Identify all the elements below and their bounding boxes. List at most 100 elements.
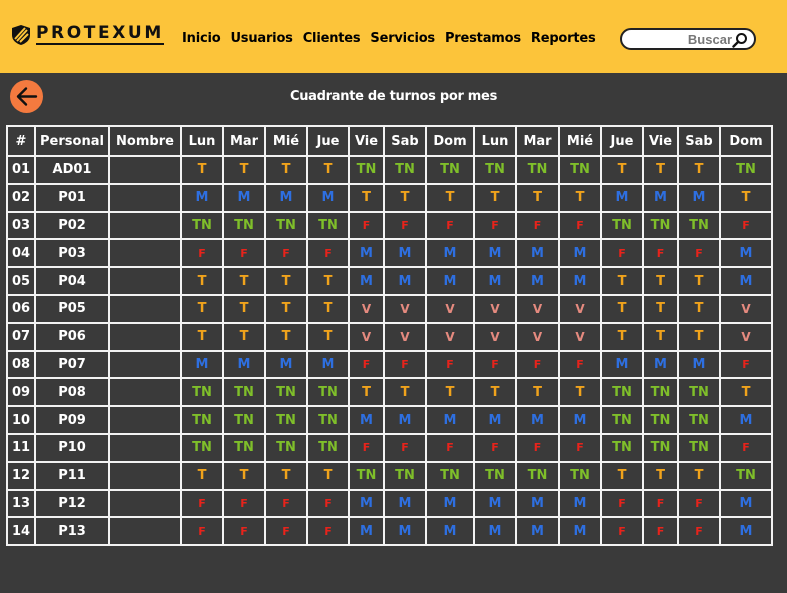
shift-cell[interactable]: F xyxy=(306,488,350,519)
shift-cell[interactable]: T xyxy=(600,293,644,324)
personal-code[interactable]: P08 xyxy=(34,377,110,408)
shift-cell[interactable]: M xyxy=(558,405,602,435)
shift-cell[interactable]: F xyxy=(719,210,773,241)
shift-cell[interactable]: T xyxy=(180,155,224,185)
shift-cell[interactable]: T xyxy=(383,182,427,213)
shift-cell[interactable]: T xyxy=(642,460,679,491)
nombre-cell[interactable] xyxy=(108,321,182,352)
shift-cell[interactable]: T xyxy=(677,460,721,491)
shift-cell[interactable]: V xyxy=(348,321,385,352)
shift-cell[interactable]: F xyxy=(515,349,560,380)
nombre-cell[interactable] xyxy=(108,460,182,491)
shift-cell[interactable]: T xyxy=(222,321,266,352)
shift-cell[interactable]: M xyxy=(180,349,224,380)
shift-cell[interactable]: F xyxy=(558,349,602,380)
shift-cell[interactable]: TN xyxy=(222,377,266,408)
shift-cell[interactable]: TN xyxy=(306,210,350,241)
shift-cell[interactable]: TN xyxy=(180,432,224,463)
personal-code[interactable]: P06 xyxy=(34,321,110,352)
shift-cell[interactable]: TN xyxy=(222,432,266,463)
search-icon[interactable] xyxy=(732,32,748,53)
shift-cell[interactable]: M xyxy=(719,238,773,269)
nav-clientes[interactable]: Clientes xyxy=(303,31,361,46)
shift-cell[interactable]: M xyxy=(348,405,385,435)
shift-cell[interactable]: T xyxy=(264,266,308,296)
shift-cell[interactable]: M xyxy=(348,238,385,269)
shift-cell[interactable]: TN xyxy=(473,155,517,185)
shift-cell[interactable]: F xyxy=(677,516,721,547)
nombre-cell[interactable] xyxy=(108,516,182,547)
shift-cell[interactable]: F xyxy=(558,210,602,241)
shift-cell[interactable]: TN xyxy=(677,377,721,408)
shift-cell[interactable]: T xyxy=(677,293,721,324)
shift-cell[interactable]: V xyxy=(473,293,517,324)
shift-cell[interactable]: T xyxy=(180,460,224,491)
shift-cell[interactable]: M xyxy=(558,488,602,519)
shift-cell[interactable]: M xyxy=(383,405,427,435)
shift-cell[interactable]: T xyxy=(600,155,644,185)
shift-cell[interactable]: M xyxy=(473,488,517,519)
shift-cell[interactable]: T xyxy=(306,321,350,352)
shift-cell[interactable]: T xyxy=(383,377,427,408)
shift-cell[interactable]: F xyxy=(677,488,721,519)
shift-cell[interactable]: F xyxy=(383,210,427,241)
shift-cell[interactable]: TN xyxy=(558,460,602,491)
shift-cell[interactable]: M xyxy=(719,405,773,435)
shift-cell[interactable]: TN xyxy=(348,155,385,185)
shift-cell[interactable]: F xyxy=(180,238,224,269)
shift-cell[interactable]: M xyxy=(600,349,644,380)
shift-cell[interactable]: T xyxy=(425,377,475,408)
shift-cell[interactable]: T xyxy=(264,321,308,352)
shift-cell[interactable]: M xyxy=(515,266,560,296)
nav-reportes[interactable]: Reportes xyxy=(531,31,596,46)
shift-cell[interactable]: TN xyxy=(515,155,560,185)
shift-cell[interactable]: F xyxy=(306,238,350,269)
shift-cell[interactable]: F xyxy=(473,349,517,380)
shift-cell[interactable]: TN xyxy=(719,460,773,491)
shift-cell[interactable]: V xyxy=(383,321,427,352)
shift-cell[interactable]: M xyxy=(642,349,679,380)
shift-cell[interactable]: M xyxy=(222,182,266,213)
nombre-cell[interactable] xyxy=(108,266,182,296)
shift-cell[interactable]: TN xyxy=(600,210,644,241)
shift-cell[interactable]: TN xyxy=(264,432,308,463)
shift-cell[interactable]: F xyxy=(719,432,773,463)
shift-cell[interactable]: F xyxy=(348,349,385,380)
shift-cell[interactable]: TN xyxy=(642,210,679,241)
shift-cell[interactable]: T xyxy=(306,266,350,296)
personal-code[interactable]: P04 xyxy=(34,266,110,296)
shift-cell[interactable]: V xyxy=(515,321,560,352)
shift-cell[interactable]: M xyxy=(515,488,560,519)
shift-cell[interactable]: F xyxy=(348,210,385,241)
shift-cell[interactable]: M xyxy=(558,516,602,547)
nav-prestamos[interactable]: Prestamos xyxy=(445,31,521,46)
shift-cell[interactable]: TN xyxy=(264,210,308,241)
shift-cell[interactable]: TN xyxy=(719,155,773,185)
shift-cell[interactable]: T xyxy=(264,460,308,491)
shift-cell[interactable]: M xyxy=(264,182,308,213)
shift-cell[interactable]: M xyxy=(473,238,517,269)
shift-cell[interactable]: M xyxy=(383,238,427,269)
shift-cell[interactable]: M xyxy=(348,516,385,547)
shift-cell[interactable]: F xyxy=(558,432,602,463)
shift-cell[interactable]: TN xyxy=(473,460,517,491)
shift-cell[interactable]: T xyxy=(600,321,644,352)
shift-cell[interactable]: M xyxy=(719,266,773,296)
shift-cell[interactable]: TN xyxy=(306,405,350,435)
shift-cell[interactable]: TN xyxy=(677,210,721,241)
shift-cell[interactable]: TN xyxy=(677,405,721,435)
nombre-cell[interactable] xyxy=(108,210,182,241)
shift-cell[interactable]: M xyxy=(425,238,475,269)
shift-cell[interactable]: T xyxy=(719,182,773,213)
shift-cell[interactable]: TN xyxy=(600,405,644,435)
shift-cell[interactable]: TN xyxy=(180,377,224,408)
shift-cell[interactable]: F xyxy=(383,432,427,463)
shift-cell[interactable]: F xyxy=(383,349,427,380)
shift-cell[interactable]: F xyxy=(600,488,644,519)
nombre-cell[interactable] xyxy=(108,405,182,435)
nombre-cell[interactable] xyxy=(108,349,182,380)
shift-cell[interactable]: V xyxy=(558,293,602,324)
personal-code[interactable]: P12 xyxy=(34,488,110,519)
nav-servicios[interactable]: Servicios xyxy=(370,31,435,46)
shift-cell[interactable]: V xyxy=(383,293,427,324)
